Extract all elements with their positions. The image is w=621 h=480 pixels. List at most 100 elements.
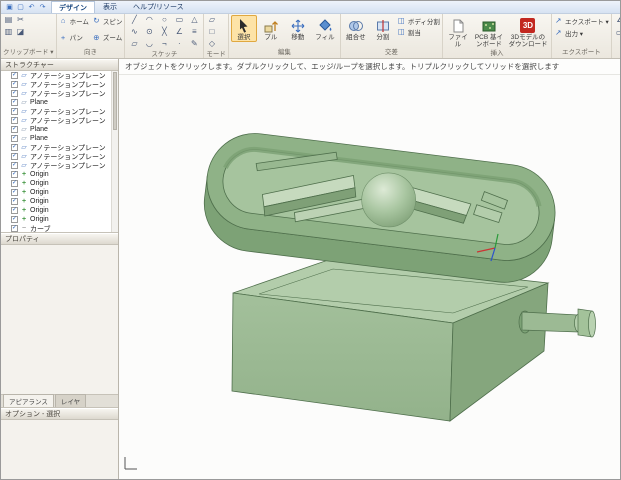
measure-tool-icon[interactable]: ∠ — [614, 15, 620, 24]
sketch-tool-icon[interactable]: ∠ — [172, 27, 186, 36]
measure-tool-icon[interactable]: ▭ — [614, 28, 620, 37]
ribbon: ▤ ✂ ▥ ◪ クリップボード ▾ ⌂ ホーム ↻ スピン + パン ⊕ ズーム… — [1, 14, 620, 59]
tree-item[interactable]: ✓ + Origin — [1, 170, 118, 179]
sketch-tool-icon[interactable]: ¬ — [157, 39, 171, 48]
visibility-checkbox[interactable]: ✓ — [11, 72, 18, 79]
quick-access-icon[interactable]: ↷ — [38, 3, 47, 12]
sketch-tool-icon[interactable]: ▱ — [127, 39, 141, 48]
tree-item[interactable]: ✓ + Origin — [1, 179, 118, 188]
visibility-checkbox[interactable]: ✓ — [11, 81, 18, 88]
tree-item[interactable]: ✓ + Origin — [1, 215, 118, 224]
tree-item-label: Origin — [30, 207, 49, 214]
orient-button[interactable]: + パン — [59, 32, 89, 43]
sketch-tool-icon[interactable]: · — [172, 39, 186, 48]
mode-tool-icon[interactable]: ◇ — [206, 39, 217, 48]
visibility-checkbox[interactable]: ✓ — [11, 216, 18, 223]
visibility-checkbox[interactable]: ✓ — [11, 135, 18, 142]
sketch-tool-icon[interactable]: ⊙ — [142, 27, 156, 36]
visibility-checkbox[interactable]: ✓ — [11, 198, 18, 205]
mode-tool-icon[interactable]: □ — [206, 27, 217, 36]
intersect-small-button[interactable]: ◫ 割当 — [397, 26, 440, 37]
insert-pcb-button[interactable]: PCB 基インボード — [472, 15, 506, 49]
quick-access-icon[interactable]: ▣ — [5, 3, 14, 12]
quick-access-toolbar: ▣ ▢ ↶ ↷ — [1, 1, 51, 13]
tree-item[interactable]: ✓ ~ カーブ — [1, 224, 118, 232]
tree-scrollbar-thumb[interactable] — [113, 72, 117, 130]
ribbon-group-mode: ▱ □ ◇ モード — [204, 14, 229, 58]
menu-tab[interactable]: ヘルプ/リソース — [125, 1, 192, 13]
clipboard-tool-icon[interactable]: ▤ — [3, 15, 14, 24]
clipboard-tool-icon[interactable]: ◪ — [15, 27, 26, 36]
mode-tool-icon[interactable]: ▱ — [206, 15, 217, 24]
select-tool-button[interactable]: 選択 — [230, 15, 257, 42]
model-base-box[interactable] — [231, 258, 550, 422]
viewport[interactable]: オブジェクトをクリックします。ダブルクリックして、エッジ/ループを選択します。ト… — [119, 59, 620, 479]
sketch-tool-icon[interactable]: ╱ — [127, 15, 141, 24]
orient-button[interactable]: ↻ スピン — [92, 15, 122, 26]
app-window: ▣ ▢ ↶ ↷ デザイン 表示 ヘルプ/リソース ▤ ✂ ▥ ◪ クリップボード… — [0, 0, 621, 480]
tree-item[interactable]: ✓ + Origin — [1, 188, 118, 197]
tree-item[interactable]: ✓ ▱ アノテーションプレーン — [1, 116, 118, 125]
split-label: 分割 — [376, 34, 390, 41]
sketch-tool-icon[interactable]: ≡ — [187, 27, 201, 36]
visibility-checkbox[interactable]: ✓ — [11, 207, 18, 214]
sketch-tool-icon[interactable]: ◡ — [142, 39, 156, 48]
visibility-checkbox[interactable]: ✓ — [11, 189, 18, 196]
model-canvas[interactable] — [119, 75, 620, 479]
model-tray[interactable] — [199, 128, 561, 288]
clipboard-group-label[interactable]: クリップボード ▾ — [3, 48, 54, 58]
sketch-tool-icon[interactable]: ∿ — [127, 27, 141, 36]
sketch-tool-icon[interactable]: ✎ — [187, 39, 201, 48]
sketch-tool-icon[interactable]: ▭ — [172, 15, 186, 24]
export-button[interactable]: ↗ エクスポート ▾ — [554, 15, 609, 26]
orient-icon: + — [60, 32, 66, 42]
menu-tab[interactable]: デザイン — [51, 1, 95, 13]
quick-access-icon[interactable]: ↶ — [27, 3, 36, 12]
panel-tab[interactable]: アピアランス — [3, 394, 54, 407]
visibility-checkbox[interactable]: ✓ — [11, 99, 18, 106]
intersect-small-button[interactable]: ◫ ボディ分割 — [397, 15, 440, 26]
split-button[interactable]: 分割 — [370, 15, 396, 42]
panel-tab-label: レイヤ — [60, 399, 81, 406]
tree-item[interactable]: ✓ ▱ Plane — [1, 125, 118, 134]
visibility-checkbox[interactable]: ✓ — [11, 171, 18, 178]
tree-item[interactable]: ✓ + Origin — [1, 206, 118, 215]
fill-tool-button[interactable]: フィル — [312, 15, 338, 42]
move-tool-label: 移動 — [291, 34, 305, 41]
insert-file-button[interactable]: ファイル — [445, 15, 471, 49]
sketch-tool-icon[interactable]: ○ — [157, 15, 171, 24]
select-tool-label: 選択 — [237, 34, 251, 41]
menu-tab[interactable]: 表示 — [95, 1, 125, 13]
ribbon-group-edit: 選択 プル 移動 フィル 編集 — [229, 14, 341, 58]
tree-scrollbar[interactable] — [111, 71, 118, 232]
download-3d-button[interactable]: 3D 3Dモデルのダウンロード — [507, 15, 549, 49]
pull-tool-button[interactable]: プル — [258, 15, 284, 42]
tree-item[interactable]: ✓ + Origin — [1, 197, 118, 206]
visibility-checkbox[interactable]: ✓ — [11, 180, 18, 187]
clipboard-tool-icon[interactable]: ✂ — [15, 15, 26, 24]
visibility-checkbox[interactable]: ✓ — [11, 162, 18, 169]
clipboard-tool-icon[interactable]: ▥ — [3, 27, 14, 36]
visibility-checkbox[interactable]: ✓ — [11, 90, 18, 97]
export-button[interactable]: ↗ 出力 ▾ — [554, 27, 583, 38]
combine-button[interactable]: 組合せ — [343, 15, 369, 42]
sketch-group-label: スケッチ — [151, 51, 178, 58]
sketch-tool-icon[interactable]: ╳ — [157, 27, 171, 36]
panel-tab[interactable]: レイヤ — [54, 394, 87, 407]
tree-item-label: Plane — [30, 135, 48, 142]
visibility-checkbox[interactable]: ✓ — [11, 117, 18, 124]
visibility-checkbox[interactable]: ✓ — [11, 108, 18, 115]
3d-scene[interactable] — [119, 75, 621, 480]
tree-item[interactable]: ✓ ▱ アノテーションプレーン — [1, 89, 118, 98]
visibility-checkbox[interactable]: ✓ — [11, 225, 18, 232]
move-tool-button[interactable]: 移動 — [285, 15, 311, 42]
visibility-checkbox[interactable]: ✓ — [11, 153, 18, 160]
visibility-checkbox[interactable]: ✓ — [11, 144, 18, 151]
tree-item[interactable]: ✓ ▱ アノテーションプレーン — [1, 161, 118, 170]
visibility-checkbox[interactable]: ✓ — [11, 126, 18, 133]
sketch-tool-icon[interactable]: ◠ — [142, 15, 156, 24]
quick-access-icon[interactable]: ▢ — [16, 3, 25, 12]
orient-button[interactable]: ⌂ ホーム — [59, 15, 89, 26]
orient-button[interactable]: ⊕ ズーム — [92, 32, 123, 43]
sketch-tool-icon[interactable]: △ — [187, 15, 201, 24]
